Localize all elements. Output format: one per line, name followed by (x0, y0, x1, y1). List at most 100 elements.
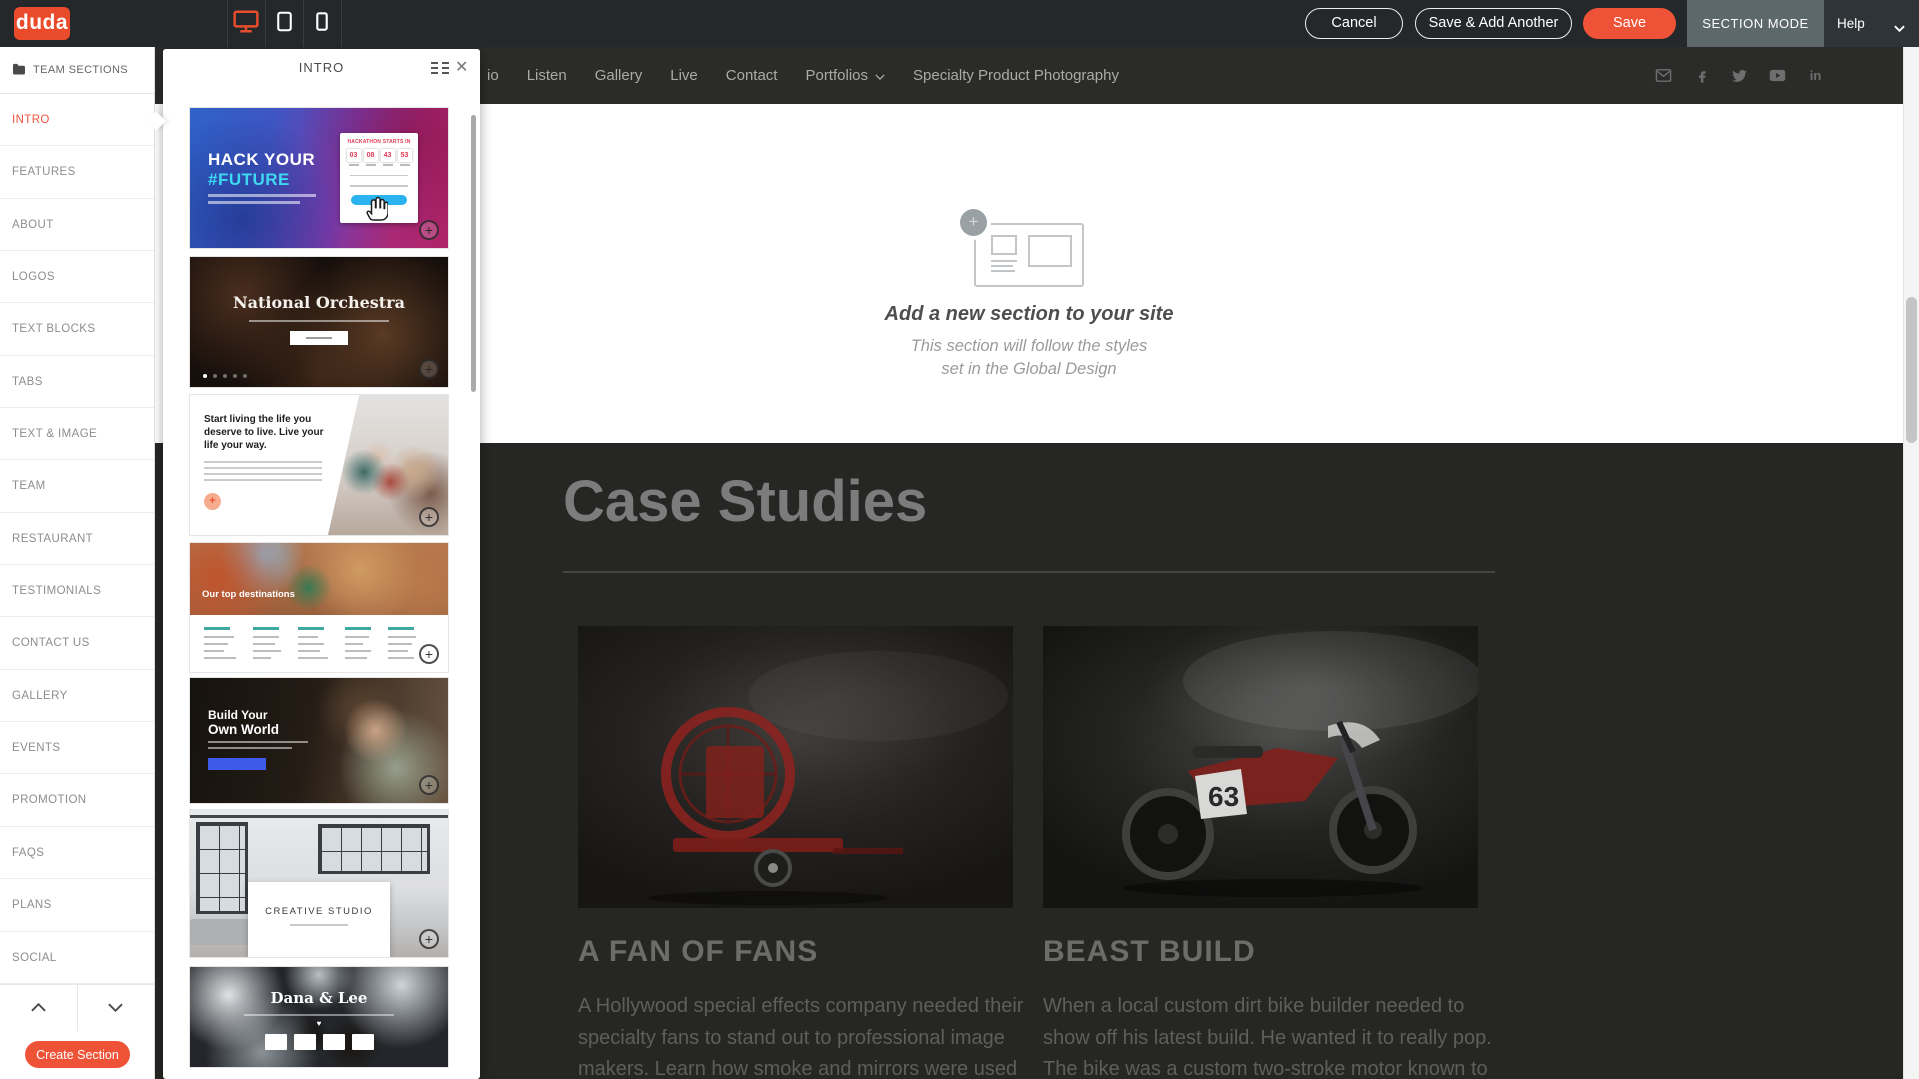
sidebar-item-intro[interactable]: INTRO (0, 94, 154, 146)
placeholder-title: Add a new section to your site (879, 303, 1179, 326)
zoom-in-icon[interactable]: + (419, 507, 439, 527)
thumb-title: Our top destinations (202, 589, 295, 600)
nav-link-listen[interactable]: Listen (527, 67, 567, 84)
nav-link-portfolios[interactable]: Portfolios (805, 67, 885, 84)
sidebar-item-social[interactable]: SOCIAL (0, 932, 154, 984)
help-label: Help (1837, 16, 1865, 31)
section-thumbnail-destinations[interactable]: Our top destinations + (190, 543, 448, 672)
desktop-icon (233, 10, 259, 38)
fan-case-study-image (578, 626, 1013, 908)
sidebar-header-label: TEAM SECTIONS (33, 64, 128, 76)
countdown-box: 08 (364, 149, 378, 166)
case-studies-heading: Case Studies (563, 468, 927, 535)
bike-case-study-image: 63 (1043, 626, 1478, 908)
thumb-title: Dana & Lee (190, 989, 448, 1007)
sidebar-item-about[interactable]: ABOUT (0, 199, 154, 251)
thumb-title: National Orchestra (190, 293, 448, 312)
email-icon[interactable] (1655, 67, 1672, 84)
sidebar-item-faqs[interactable]: FAQS (0, 827, 154, 879)
sidebar-item-gallery[interactable]: GALLERY (0, 670, 154, 722)
nav-link-contact[interactable]: Contact (726, 67, 778, 84)
sidebar-header: TEAM SECTIONS (0, 47, 154, 94)
mobile-view-button[interactable] (303, 0, 341, 47)
zoom-in-icon[interactable]: + (419, 359, 439, 379)
help-menu[interactable]: Help (1824, 0, 1919, 47)
section-thumbnail-own-world[interactable]: Build Your Own World + (190, 678, 448, 803)
create-section-button[interactable]: Create Section (25, 1041, 130, 1068)
links-column (253, 627, 281, 664)
desktop-view-button[interactable] (227, 0, 265, 47)
save-add-another-button[interactable]: Save & Add Another (1415, 8, 1572, 39)
chevron-down-icon (1894, 20, 1905, 35)
section-thumbnail-creative-studio[interactable]: CREATIVE STUDIO + (190, 810, 448, 957)
chevron-up-icon (31, 999, 46, 1017)
grid-view-icon[interactable] (431, 62, 449, 80)
thumb-heading: #FUTURE (208, 170, 316, 190)
section-thumbnail-lifestyle[interactable]: Start living the life you deserve to liv… (190, 395, 448, 535)
editor-topbar: duda Cancel Save & Add Another Save SECT… (0, 0, 1919, 47)
countdown-boxes (190, 1034, 448, 1050)
nav-link-specialty-product-photography[interactable]: Specialty Product Photography (913, 67, 1119, 84)
sidebar-item-text-blocks[interactable]: TEXT BLOCKS (0, 303, 154, 355)
nav-link-io[interactable]: io (487, 67, 499, 84)
facebook-icon[interactable] (1693, 67, 1710, 84)
sidebar-item-events[interactable]: EVENTS (0, 722, 154, 774)
nav-link-live[interactable]: Live (670, 67, 698, 84)
save-button[interactable]: Save (1583, 8, 1676, 39)
links-table (204, 627, 416, 664)
links-column (388, 627, 416, 664)
duda-logo[interactable]: duda (14, 7, 70, 40)
youtube-icon[interactable] (1769, 67, 1786, 84)
tablet-view-button[interactable] (265, 0, 303, 47)
close-icon[interactable]: ✕ (455, 57, 468, 77)
section-layout-icon: + (974, 223, 1084, 287)
page-scrollbar[interactable] (1903, 47, 1919, 1079)
case-study-title: BEAST BUILD (1043, 935, 1256, 969)
add-plus-icon[interactable]: + (960, 209, 987, 236)
sidebar-item-restaurant[interactable]: RESTAURANT (0, 513, 154, 565)
sidebar-item-team[interactable]: TEAM (0, 460, 154, 512)
section-thumbnail-hackathon[interactable]: HACK YOUR #FUTURE HACKATHON STARTS IN 03… (190, 108, 448, 248)
add-section-placeholder[interactable]: + Add a new section to your site This se… (879, 223, 1179, 381)
sidebar-item-promotion[interactable]: PROMOTION (0, 774, 154, 826)
case-study-text: A Hollywood special effects company need… (578, 991, 1030, 1079)
linkedin-icon[interactable]: in (1807, 67, 1824, 84)
sidebar-item-features[interactable]: FEATURES (0, 146, 154, 198)
chevron-down-icon (875, 67, 885, 84)
scroll-up-button[interactable] (0, 985, 78, 1031)
section-thumbnail-orchestra[interactable]: National Orchestra + (190, 257, 448, 387)
section-thumbnail-wedding[interactable]: Dana & Lee ♥ (190, 967, 448, 1067)
sidebar-item-tabs[interactable]: TABS (0, 356, 154, 408)
sidebar-item-logos[interactable]: LOGOS (0, 251, 154, 303)
mobile-icon (316, 12, 328, 36)
placeholder-subtitle: This section will follow the styles set … (879, 335, 1179, 381)
page-scrollbar-thumb[interactable] (1906, 297, 1917, 443)
sections-sidebar: TEAM SECTIONS INTROFEATURESABOUTLOGOSTEX… (0, 47, 155, 1079)
cursor-hand-icon (366, 196, 388, 227)
tablet-icon (277, 11, 292, 37)
scroll-down-button[interactable] (78, 985, 155, 1031)
panel-scrollbar-thumb[interactable] (471, 115, 476, 392)
countdown-box: 53 (398, 149, 412, 166)
sidebar-item-contact-us[interactable]: CONTACT US (0, 617, 154, 669)
sidebar-pager (0, 984, 154, 1031)
zoom-in-icon[interactable]: + (419, 775, 439, 795)
zoom-in-icon[interactable]: + (419, 220, 439, 240)
plus-icon: + (204, 493, 221, 510)
sidebar-item-testimonials[interactable]: TESTIMONIALS (0, 565, 154, 617)
countdown-box: 03 (347, 149, 361, 166)
carousel-dots (203, 374, 247, 378)
panel-header: INTRO ✕ (163, 49, 480, 87)
nav-link-gallery[interactable]: Gallery (595, 67, 643, 84)
zoom-in-icon[interactable]: + (419, 644, 439, 664)
zoom-in-icon[interactable]: + (419, 929, 439, 949)
thumb-heading: HACK YOUR (208, 150, 316, 170)
twitter-icon[interactable] (1731, 67, 1748, 84)
sidebar-item-plans[interactable]: PLANS (0, 879, 154, 931)
folder-icon (12, 63, 26, 78)
intro-sections-panel: INTRO ✕ HACK YOUR #FUTURE HACKATHON STAR… (163, 49, 480, 1079)
cancel-button[interactable]: Cancel (1305, 8, 1403, 39)
thumb-photo (190, 543, 448, 615)
countdown-box: 43 (381, 149, 395, 166)
sidebar-item-text-image[interactable]: TEXT & IMAGE (0, 408, 154, 460)
